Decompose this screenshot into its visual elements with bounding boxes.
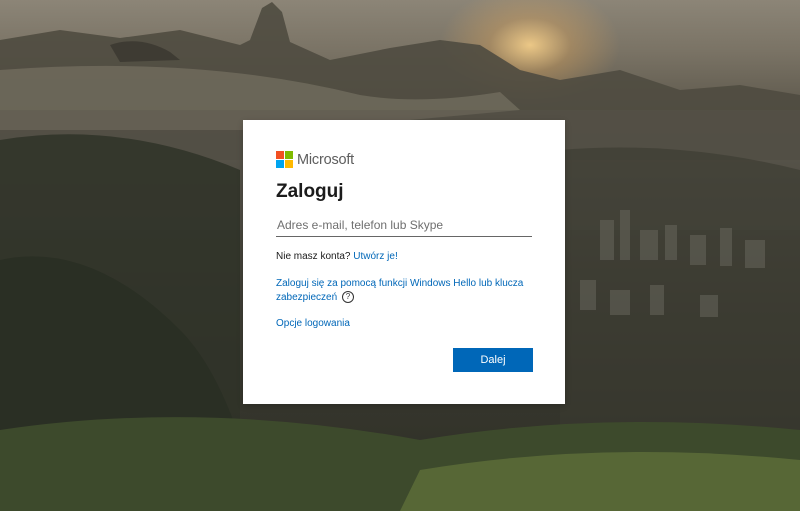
logo-square-blue xyxy=(276,160,284,168)
logo-square-green xyxy=(285,151,293,159)
microsoft-logo-icon xyxy=(276,151,293,168)
logo-square-yellow xyxy=(285,160,293,168)
windows-hello-link[interactable]: Zaloguj się za pomocą funkcji Windows He… xyxy=(276,278,523,303)
brand-name: Microsoft xyxy=(297,151,355,168)
page-title: Zaloguj xyxy=(276,181,344,202)
logo-square-red xyxy=(276,151,284,159)
brand-row: Microsoft xyxy=(276,151,354,168)
create-account-link[interactable]: Utwórz je! xyxy=(353,251,397,262)
signin-options-link[interactable]: Opcje logowania xyxy=(276,318,350,329)
signin-options-row: Opcje logowania xyxy=(276,318,350,329)
next-button[interactable]: Dalej xyxy=(453,348,533,372)
no-account-row: Nie masz konta? Utwórz je! xyxy=(276,251,398,262)
no-account-text: Nie masz konta? xyxy=(276,251,351,262)
question-circle-icon[interactable]: ? xyxy=(341,291,354,304)
signin-dialog: Microsoft Zaloguj Nie masz konta? Utwórz… xyxy=(243,120,565,404)
email-field[interactable] xyxy=(276,213,532,237)
windows-hello-row: Zaloguj się za pomocą funkcji Windows He… xyxy=(276,277,538,305)
